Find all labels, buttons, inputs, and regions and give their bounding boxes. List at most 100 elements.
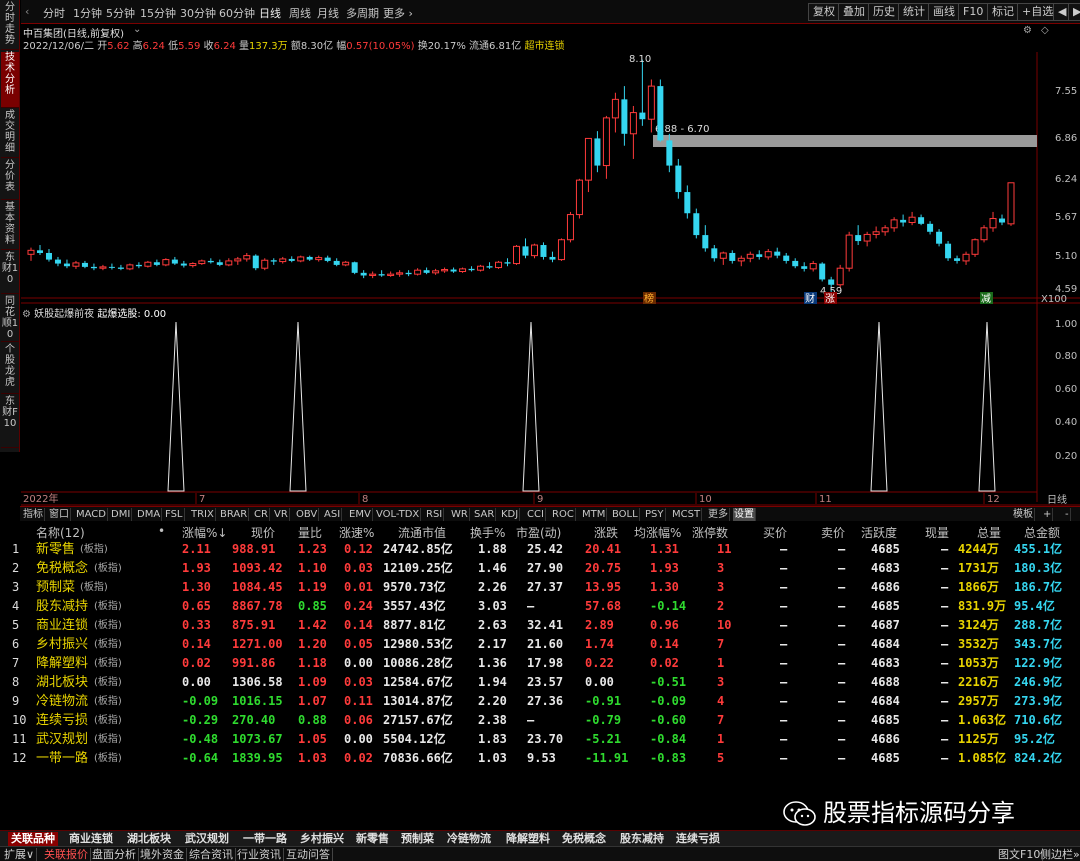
status-qa[interactable]: 互动问答 [284, 848, 333, 861]
sidebar-toggle[interactable]: 侧边栏» [1038, 848, 1080, 861]
f10-button[interactable]: F10 [958, 3, 989, 21]
itab-cr[interactable]: CR [253, 508, 270, 521]
col-diff[interactable]: 涨跌 [594, 524, 618, 541]
template-button[interactable]: 模板 [1012, 508, 1035, 521]
itab-sar[interactable]: SAR [473, 508, 497, 521]
stab-4[interactable]: 一带一路 [240, 832, 290, 846]
col-limit-up[interactable]: 涨停数 [692, 524, 728, 541]
col-avg-chg[interactable]: 均涨幅% [634, 524, 681, 541]
tab-dragon-tiger[interactable]: 个股龙虎 [1, 344, 19, 394]
stab-related[interactable]: 关联品种 [8, 832, 58, 846]
stab-7[interactable]: 预制菜 [398, 832, 437, 846]
expand-button[interactable]: 扩展∨ [2, 848, 38, 861]
itab-psy[interactable]: PSY [644, 508, 666, 521]
itab-mtm[interactable]: MTM [581, 508, 608, 521]
period-weekly[interactable]: 周线 [289, 5, 311, 21]
tab-trades[interactable]: 成交明细 [1, 110, 19, 158]
itab-brar[interactable]: BRAR [219, 508, 250, 521]
stab-2[interactable]: 湖北板块 [124, 832, 174, 846]
itab-wr[interactable]: WR [450, 508, 470, 521]
period-intraday[interactable]: 分时 [43, 5, 65, 21]
col-bid[interactable]: 买价 [763, 524, 787, 541]
col-vol-ratio[interactable]: 量比 [298, 524, 322, 541]
period-daily[interactable]: 日线 [259, 5, 281, 21]
period-60min[interactable]: 60分钟 [219, 5, 255, 21]
tab-eastmoney-10[interactable]: 东财10 [1, 252, 19, 294]
table-row[interactable]: 武汉规划 (板指) 11 -0.48 1073.67 1.05 0.00 5504.12亿 1.… [0, 730, 1080, 749]
itab-mcst[interactable]: MCST [671, 508, 703, 521]
period-5min[interactable]: 5分钟 [106, 5, 135, 21]
indicator-name[interactable]: 妖股起爆前夜 [34, 309, 94, 320]
itab-dmi[interactable]: DMI [110, 508, 133, 521]
table-row[interactable]: 商业连锁 (板指) 5 0.33 875.91 1.42 0.14 8877.81亿 2.63 3… [0, 616, 1080, 635]
mark-button[interactable]: 标记 [987, 3, 1019, 21]
stab-12[interactable]: 连续亏损 [673, 832, 723, 846]
stab-11[interactable]: 股东减持 [617, 832, 667, 846]
status-market-analysis[interactable]: 盘面分析 [90, 848, 139, 861]
period-30min[interactable]: 30分钟 [180, 5, 216, 21]
add-pane-button[interactable]: + [1042, 508, 1054, 521]
col-chg[interactable]: 涨幅%↓ [182, 524, 227, 541]
itab-dma[interactable]: DMA [136, 508, 163, 521]
candlestick-chart[interactable]: 6.88 - 6.70 7.55 6.86 6.24 5.67 5.10 4.5… [21, 52, 1080, 506]
col-speed[interactable]: 涨速% [339, 524, 374, 541]
table-row[interactable]: 股东减持 (板指) 4 0.65 8867.78 0.85 0.24 3557.43亿 3.03… [0, 597, 1080, 616]
col-mcap[interactable]: 流通市值 [398, 524, 446, 541]
table-row[interactable]: 湖北板块 (板指) 8 0.00 1306.58 1.09 0.03 12584.67亿 1.9… [0, 673, 1080, 692]
col-total-amt[interactable]: 总金额 [1024, 524, 1060, 541]
tab-technical[interactable]: 技术分析 [1, 52, 19, 108]
indicator-settings-icon[interactable]: ⚙ [22, 309, 31, 320]
status-foreign-funds[interactable]: 境外资金 [138, 848, 187, 861]
stab-9[interactable]: 降解塑料 [503, 832, 553, 846]
itab-boll[interactable]: BOLL [611, 508, 640, 521]
table-row[interactable]: 连续亏损 (板指) 10 -0.29 270.40 0.88 0.06 27157.67亿 2.… [0, 711, 1080, 730]
overlay-button[interactable]: 叠加 [838, 3, 870, 21]
status-f10[interactable]: 图文F10 [996, 848, 1044, 861]
period-15min[interactable]: 15分钟 [140, 5, 176, 21]
itab-obv[interactable]: OBV [295, 508, 320, 521]
table-row[interactable]: 免税概念 (板指) 2 1.93 1093.42 1.10 0.03 12109.25亿 1.4… [0, 559, 1080, 578]
col-cur-vol[interactable]: 现量 [925, 524, 949, 541]
tab-price-table[interactable]: 分价表 [1, 160, 19, 200]
itab-rsi[interactable]: RSI [425, 508, 445, 521]
itab-settings[interactable]: 设置 [733, 508, 756, 521]
col-price[interactable]: 现价 [251, 524, 275, 541]
itab-roc[interactable]: ROC [551, 508, 576, 521]
status-news[interactable]: 综合资讯 [187, 848, 236, 861]
adjust-button[interactable]: 复权 [808, 3, 840, 21]
stab-3[interactable]: 武汉规划 [182, 832, 232, 846]
itab-trix[interactable]: TRIX [190, 508, 216, 521]
stab-5[interactable]: 乡村振兴 [297, 832, 347, 846]
itab-cci[interactable]: CCI [526, 508, 546, 521]
draw-button[interactable]: 画线 [928, 3, 960, 21]
stab-6[interactable]: 新零售 [353, 832, 392, 846]
col-total-vol[interactable]: 总量 [977, 524, 1001, 541]
itab-asi[interactable]: ASI [323, 508, 343, 521]
table-row[interactable]: 一带一路 (板指) 12 -0.64 1839.95 1.03 0.02 70836.66亿 1… [0, 749, 1080, 768]
tab-profile[interactable]: 基本资料 [1, 202, 19, 250]
table-row[interactable]: 降解塑料 (板指) 7 0.02 991.86 1.18 0.00 10086.28亿 1.36… [0, 654, 1080, 673]
stats-button[interactable]: 统计 [898, 3, 930, 21]
remove-pane-button[interactable]: - [1064, 508, 1071, 521]
itab-indicator[interactable]: 指标 [22, 508, 45, 521]
itab-macd[interactable]: MACD [75, 508, 108, 521]
col-pe[interactable]: 市盈(动) [516, 524, 561, 541]
dropdown-icon[interactable]: ⌄ [133, 24, 141, 35]
settings-icon[interactable]: ⚙ [1023, 25, 1032, 36]
col-turnover[interactable]: 换手% [470, 524, 505, 541]
period-multi[interactable]: 多周期 [346, 5, 379, 21]
itab-vol-tdx[interactable]: VOL-TDX [375, 508, 422, 521]
stab-1[interactable]: 商业连锁 [66, 832, 116, 846]
table-row[interactable]: 冷链物流 (板指) 9 -0.09 1016.15 1.07 0.11 13014.87亿 2.… [0, 692, 1080, 711]
stab-8[interactable]: 冷链物流 [444, 832, 494, 846]
next-button[interactable]: ▶ [1068, 3, 1080, 21]
table-row[interactable]: 预制菜 (板指) 3 1.30 1084.45 1.19 0.01 9570.73亿 2.26 2… [0, 578, 1080, 597]
concept-tag[interactable]: 超市连锁 [524, 41, 564, 52]
history-button[interactable]: 历史 [868, 3, 900, 21]
period-more[interactable]: 更多 › [383, 5, 413, 21]
stab-10[interactable]: 免税概念 [559, 832, 609, 846]
col-ask[interactable]: 卖价 [821, 524, 845, 541]
itab-fsl[interactable]: FSL [164, 508, 185, 521]
col-activity[interactable]: 活跃度 [861, 524, 897, 541]
period-monthly[interactable]: 月线 [317, 5, 339, 21]
